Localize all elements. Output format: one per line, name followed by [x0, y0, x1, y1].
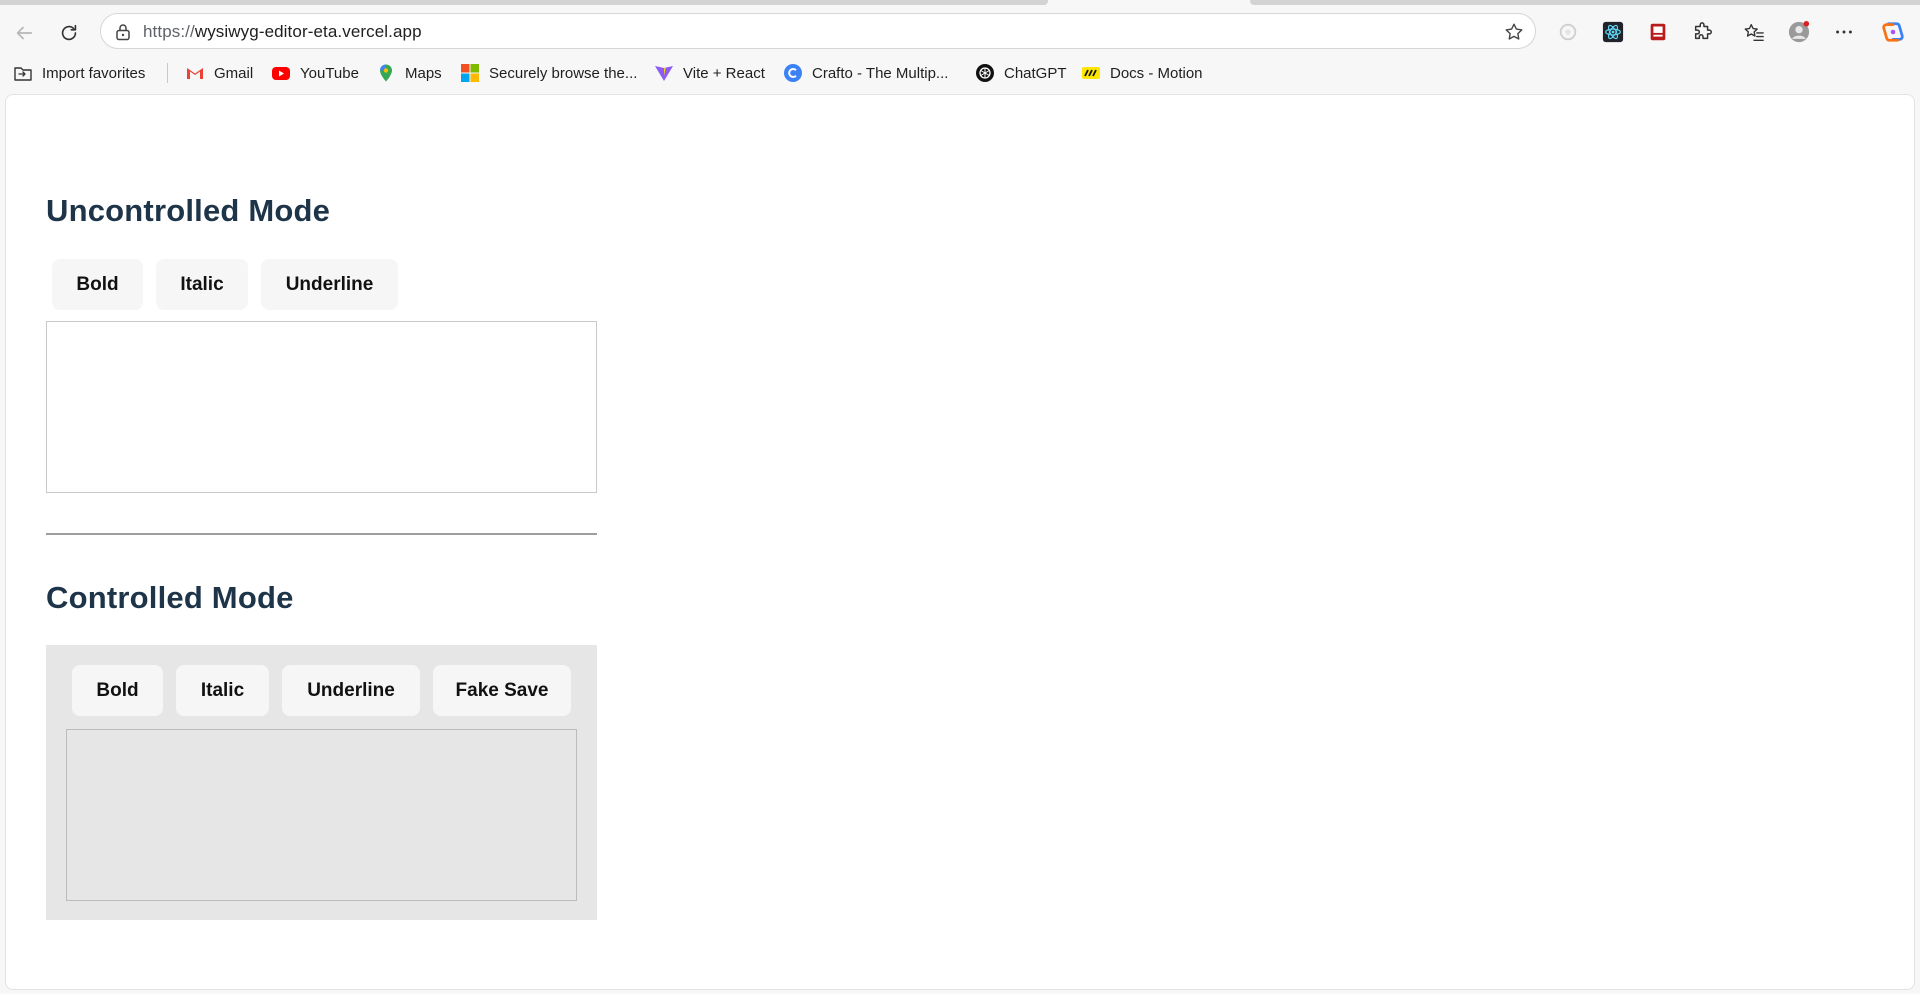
crafto-icon — [783, 63, 803, 83]
profile-button[interactable] — [1784, 17, 1814, 47]
controlled-italic-button[interactable]: Italic — [176, 665, 269, 716]
controlled-editor-container: Bold Italic Underline Fake Save — [46, 645, 597, 920]
motion-icon — [1081, 63, 1101, 83]
back-button[interactable] — [6, 15, 42, 51]
microsoft-icon — [460, 63, 480, 83]
tab-active[interactable] — [0, 0, 1048, 5]
tracking-extension-icon — [1559, 23, 1577, 41]
browser-toolbar: https://wysiwyg-editor-eta.vercel.app — [0, 9, 1920, 55]
bookmark-maps[interactable]: Maps — [376, 62, 442, 84]
bookmark-label: Crafto - The Multip... — [812, 64, 949, 82]
copilot-button[interactable] — [1878, 17, 1908, 47]
extensions-button[interactable] — [1688, 17, 1718, 47]
bookmark-label: Maps — [405, 64, 442, 82]
bookmarks-bar: Import favorites Gmail YouTube Maps Secu… — [0, 58, 1920, 88]
react-devtools-button[interactable] — [1598, 17, 1628, 47]
puzzle-icon — [1694, 22, 1712, 40]
more-dots-icon — [1836, 30, 1852, 34]
maps-icon — [376, 63, 396, 83]
bookmark-docs-motion[interactable]: Docs - Motion — [1081, 62, 1203, 84]
bookmark-import-favorites[interactable]: Import favorites — [13, 62, 145, 84]
controlled-bold-button[interactable]: Bold — [72, 665, 163, 716]
bookmark-label: Securely browse the... — [489, 64, 638, 82]
uncontrolled-bold-button[interactable]: Bold — [52, 259, 143, 310]
bookmark-label: Docs - Motion — [1110, 64, 1203, 82]
fake-save-button[interactable]: Fake Save — [433, 665, 571, 716]
tracking-extension-button[interactable] — [1553, 17, 1583, 47]
import-favorites-icon — [13, 63, 33, 83]
bookmark-label: YouTube — [300, 64, 359, 82]
tab-strip — [0, 0, 1920, 6]
controlled-title: Controlled Mode — [46, 580, 294, 615]
tab-other[interactable] — [1250, 0, 1920, 5]
favorites-list-icon — [1744, 23, 1764, 41]
bookmark-youtube[interactable]: YouTube — [271, 62, 359, 84]
bookmark-chatgpt[interactable]: ChatGPT — [975, 62, 1067, 84]
url-text: https://wysiwyg-editor-eta.vercel.app — [143, 22, 422, 42]
bookmark-securely-browse[interactable]: Securely browse the... — [460, 62, 637, 84]
controlled-underline-button[interactable]: Underline — [282, 665, 420, 716]
youtube-icon — [271, 63, 291, 83]
uncontrolled-editor[interactable] — [46, 321, 597, 493]
red-extension-icon — [1650, 23, 1666, 41]
settings-more-button[interactable] — [1829, 17, 1859, 47]
site-info-lock-icon[interactable] — [113, 22, 133, 42]
bookmark-label: ChatGPT — [1004, 64, 1067, 82]
page-viewport: Uncontrolled Mode Bold Italic Underline … — [5, 94, 1915, 990]
uncontrolled-italic-button[interactable]: Italic — [156, 259, 248, 310]
bookmark-label: Vite + React — [683, 64, 765, 82]
reload-button[interactable] — [51, 15, 87, 51]
bookmark-label: Gmail — [214, 64, 254, 82]
react-devtools-icon — [1602, 21, 1624, 43]
chatgpt-icon — [975, 63, 995, 83]
reload-icon — [61, 24, 77, 41]
bookmarks-separator — [167, 63, 168, 83]
vite-icon — [654, 63, 674, 83]
uncontrolled-underline-button[interactable]: Underline — [261, 259, 398, 310]
gmail-icon — [185, 63, 205, 83]
favorite-star-icon[interactable] — [1503, 21, 1525, 43]
bookmark-vite-react[interactable]: Vite + React — [654, 62, 765, 84]
bookmark-gmail[interactable]: Gmail — [185, 62, 253, 84]
controlled-editor[interactable] — [66, 729, 577, 901]
red-extension-button[interactable] — [1643, 17, 1673, 47]
url-host: wysiwyg-editor-eta.vercel.app — [194, 22, 422, 41]
favorites-button[interactable] — [1739, 17, 1769, 47]
back-arrow-icon — [16, 26, 33, 40]
url-protocol: https:// — [143, 22, 195, 41]
bookmark-crafto[interactable]: Crafto - The Multip... — [783, 62, 948, 84]
profile-avatar-icon — [1788, 21, 1810, 43]
bookmark-label: Import favorites — [42, 64, 146, 82]
address-bar[interactable]: https://wysiwyg-editor-eta.vercel.app — [100, 13, 1536, 49]
uncontrolled-title: Uncontrolled Mode — [46, 193, 331, 228]
copilot-icon — [1882, 22, 1904, 42]
section-divider — [46, 533, 597, 535]
